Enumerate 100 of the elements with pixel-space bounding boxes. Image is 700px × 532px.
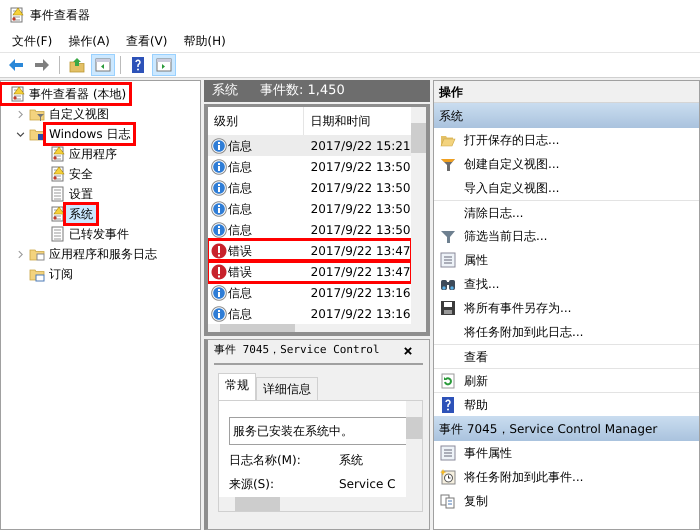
event-row[interactable]: 信息 2017/9/22 13:50	[208, 219, 411, 240]
chevron-right-icon[interactable]	[16, 110, 24, 118]
folder-icon	[69, 57, 85, 73]
table-cell-text: 错误	[228, 242, 252, 260]
tab[interactable]: 详细信息	[256, 376, 318, 400]
table-cell: 2017/9/22 13:16	[310, 286, 411, 300]
detail-title: 事件 7045，Service Control	[214, 342, 380, 358]
toolbar-button[interactable]	[91, 54, 115, 76]
pane-title: 系统	[212, 82, 238, 100]
field-value: Service C	[339, 476, 396, 490]
error-icon	[211, 242, 227, 258]
scrollbar[interactable]	[406, 400, 422, 496]
toolbar-button[interactable]	[152, 54, 176, 76]
info-icon	[211, 138, 227, 154]
menu-item[interactable]: 文件(F)	[6, 32, 58, 50]
menu-item[interactable]: 操作(A)	[62, 32, 116, 50]
refresh-icon	[440, 372, 456, 388]
tree-item[interactable]: 设置	[65, 184, 97, 204]
log-icon	[49, 186, 65, 202]
field-label: 日志名称(M):	[229, 452, 302, 468]
event-row[interactable]: 信息 2017/9/22 13:16	[208, 303, 411, 324]
table-cell: 2017/9/22 13:47	[310, 264, 411, 278]
scrollbar[interactable]	[219, 496, 422, 510]
table-cell-text: 信息	[228, 222, 252, 238]
action-link[interactable]: 复制	[464, 492, 488, 510]
tree-item[interactable]: 应用程序和服务日志	[45, 244, 161, 264]
log-icon	[49, 226, 65, 242]
menu-item[interactable]: 查看(V)	[120, 32, 174, 50]
tree-item[interactable]: 已转发事件	[65, 224, 133, 244]
chevron-down-icon[interactable]	[16, 130, 24, 138]
event-row[interactable]: 信息 2017/9/22 13:16	[208, 282, 411, 303]
action-link[interactable]: 将所有事件另存为...	[464, 299, 572, 317]
log-icon	[49, 146, 65, 162]
section-header[interactable]: 系统	[439, 106, 463, 124]
action-link[interactable]: 查找...	[464, 275, 500, 293]
back-arrow-icon	[8, 57, 24, 73]
tree-item[interactable]: Windows 日志	[45, 124, 134, 144]
table-cell-text: 信息	[228, 138, 252, 154]
column-header[interactable]: 日期和时间	[304, 107, 411, 135]
close-icon[interactable]	[403, 346, 413, 356]
help-icon	[440, 396, 456, 412]
forward-arrow-icon	[34, 57, 50, 73]
event-row[interactable]: 信息 2017/9/22 13:50	[208, 198, 411, 219]
action-link[interactable]: 事件属性	[464, 444, 512, 462]
action-link[interactable]: 打开保存的日志...	[464, 131, 560, 149]
table-cell-text: 信息	[228, 158, 252, 176]
log-icon	[8, 7, 24, 23]
table-cell-text: 信息	[228, 180, 252, 196]
menu-item[interactable]: 帮助(H)	[177, 32, 232, 50]
action-link[interactable]: 筛选当前日志...	[464, 227, 548, 245]
tab[interactable]: 常规	[218, 372, 256, 400]
properties-icon	[440, 252, 456, 268]
table-cell: 2017/9/22 15:21	[310, 138, 411, 152]
tree-item[interactable]: 自定义视图	[45, 104, 113, 124]
event-row[interactable]: 错误 2017/9/22 13:47	[208, 240, 411, 261]
table-cell-text: 错误	[228, 264, 252, 280]
info-icon	[211, 200, 227, 216]
info-icon	[211, 306, 227, 322]
table-cell: 2017/9/22 13:50	[310, 222, 411, 236]
scrollbar[interactable]	[410, 107, 426, 324]
pane-icon	[95, 57, 111, 73]
tree-item[interactable]: 事件查看器 (本地)	[25, 84, 130, 104]
tree-item[interactable]: 系统	[65, 204, 97, 224]
error-icon	[211, 264, 227, 280]
filter-icon	[440, 228, 456, 244]
table-cell-text: 信息	[228, 200, 252, 218]
event-row[interactable]: 信息 2017/9/22 15:21	[208, 135, 411, 156]
description-field: 服务已安装在系统中。	[229, 416, 406, 444]
chevron-right-icon[interactable]	[16, 250, 24, 258]
window-title: 事件查看器	[30, 7, 90, 24]
filter-icon	[440, 156, 456, 172]
action-link[interactable]: 导入自定义视图...	[464, 179, 560, 197]
event-row[interactable]: 信息 2017/9/22 13:50	[208, 156, 411, 177]
table-cell-text: 信息	[228, 306, 252, 322]
table-cell: 2017/9/22 13:50	[310, 160, 411, 174]
action-link[interactable]: 清除日志...	[464, 204, 524, 222]
table-cell: 2017/9/22 13:47	[310, 244, 411, 258]
log-icon	[9, 86, 25, 102]
log-icon	[49, 206, 65, 222]
action-link[interactable]: 查看	[464, 348, 488, 366]
clock-icon	[440, 469, 456, 485]
copy-icon	[440, 493, 456, 509]
action-link[interactable]: 将任务附加到此事件...	[464, 468, 584, 486]
field-value: 系统	[339, 452, 363, 466]
action-link[interactable]: 属性	[464, 251, 488, 269]
event-row[interactable]: 错误 2017/9/22 13:47	[208, 261, 411, 282]
table-cell: 2017/9/22 13:16	[310, 306, 411, 320]
action-link[interactable]: 刷新	[464, 372, 488, 390]
scrollbar[interactable]	[208, 324, 426, 332]
field-label: 来源(S):	[229, 476, 276, 492]
event-count: 事件数: 1,450	[260, 82, 345, 100]
action-link[interactable]: 将任务附加到此日志...	[464, 323, 584, 341]
save-icon	[440, 300, 456, 316]
tree-item[interactable]: 应用程序	[65, 144, 121, 164]
action-link[interactable]: 创建自定义视图...	[464, 155, 560, 173]
action-link[interactable]: 帮助	[464, 396, 488, 414]
tree-item[interactable]: 安全	[65, 164, 97, 184]
tree-item[interactable]: 订阅	[45, 264, 77, 284]
log-icon	[49, 166, 65, 182]
event-row[interactable]: 信息 2017/9/22 13:50	[208, 177, 411, 198]
